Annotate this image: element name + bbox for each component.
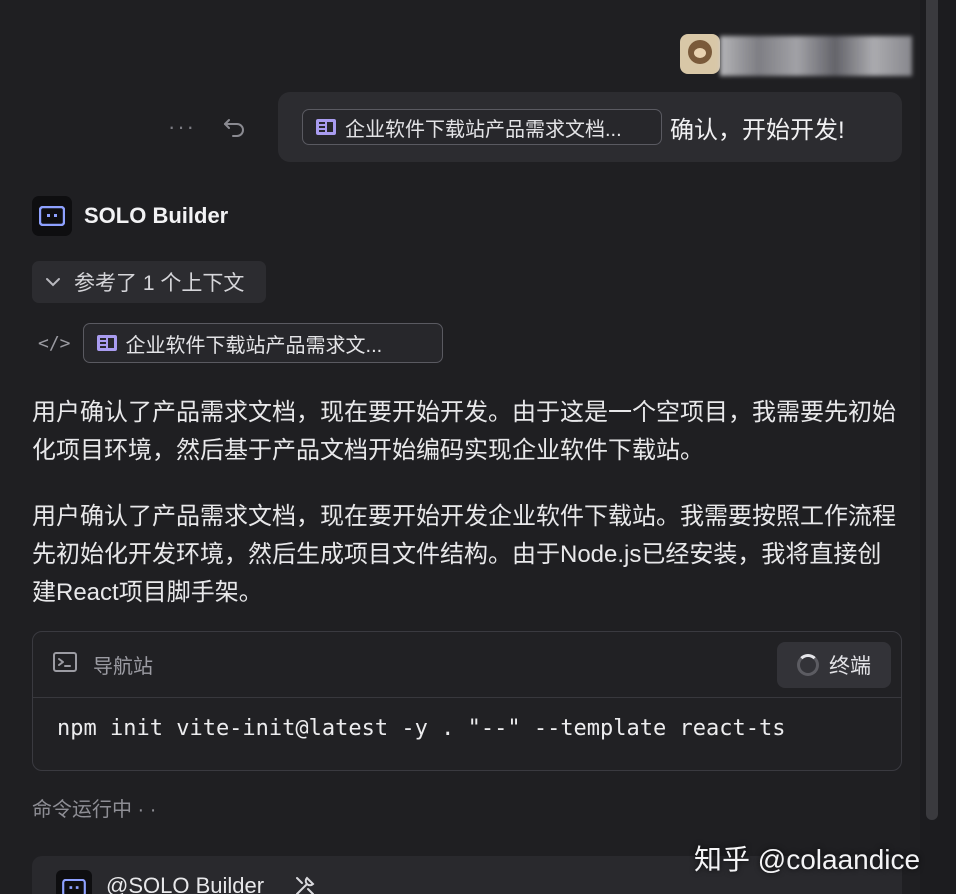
scrollbar-thumb[interactable] bbox=[926, 0, 938, 820]
user-message-text: 确认，开始开发! bbox=[670, 116, 845, 144]
context-reference-chip[interactable]: 企业软件下载站产品需求文... bbox=[82, 323, 443, 363]
terminal-button[interactable]: 终端 bbox=[777, 642, 891, 688]
code-icon: </> bbox=[38, 332, 71, 354]
attachment-label: 企业软件下载站产品需求文档... bbox=[345, 118, 622, 141]
context-reference-row: </> 企业软件下载站产品需求文... bbox=[38, 323, 443, 363]
attachment-chip[interactable]: 企业软件下载站产品需求文档... bbox=[302, 109, 662, 145]
document-icon bbox=[96, 334, 118, 352]
user-avatar[interactable] bbox=[680, 34, 720, 74]
bot-avatar bbox=[56, 870, 92, 894]
bot-name: SOLO Builder bbox=[84, 203, 229, 228]
terminal-command: npm init vite-init@latest -y . "--" --te… bbox=[57, 716, 786, 741]
undo-icon[interactable] bbox=[222, 115, 246, 139]
context-reference-label: 企业软件下载站产品需求文... bbox=[125, 334, 383, 357]
command-status: 命令运行中 · · bbox=[32, 799, 157, 821]
more-dots-icon[interactable]: ··· bbox=[168, 114, 196, 140]
context-toggle-label: 参考了 1 个上下文 bbox=[74, 272, 245, 295]
watermark: 知乎 @colaandice bbox=[694, 844, 921, 875]
context-toggle[interactable]: 参考了 1 个上下文 bbox=[32, 261, 266, 303]
user-message-bubble: 企业软件下载站产品需求文档... 确认，开始开发! bbox=[278, 92, 902, 162]
next-message-name: @SOLO Builder bbox=[106, 873, 265, 894]
assistant-paragraph: 用户确认了产品需求文档，现在要开始开发。由于这是一个空项目，我需要先初始化项目环… bbox=[32, 399, 896, 464]
message-actions: ··· bbox=[168, 110, 246, 144]
terminal-header: 导航站 终端 bbox=[33, 632, 901, 698]
terminal-icon bbox=[53, 652, 77, 677]
bot-avatar bbox=[32, 196, 72, 236]
terminal-title: 导航站 bbox=[93, 656, 153, 678]
user-name-blurred bbox=[720, 36, 912, 76]
tools-icon bbox=[294, 875, 316, 894]
chevron-down-icon bbox=[46, 278, 60, 287]
spinner-icon bbox=[797, 654, 819, 676]
assistant-paragraph: 用户确认了产品需求文档，现在要开始开发企业软件下载站。我需要按照工作流程先初始化… bbox=[32, 503, 896, 606]
terminal-card: 导航站 终端 npm init vite-init@latest -y . "-… bbox=[32, 631, 902, 771]
terminal-button-label: 终端 bbox=[829, 655, 871, 678]
document-icon bbox=[315, 118, 337, 136]
